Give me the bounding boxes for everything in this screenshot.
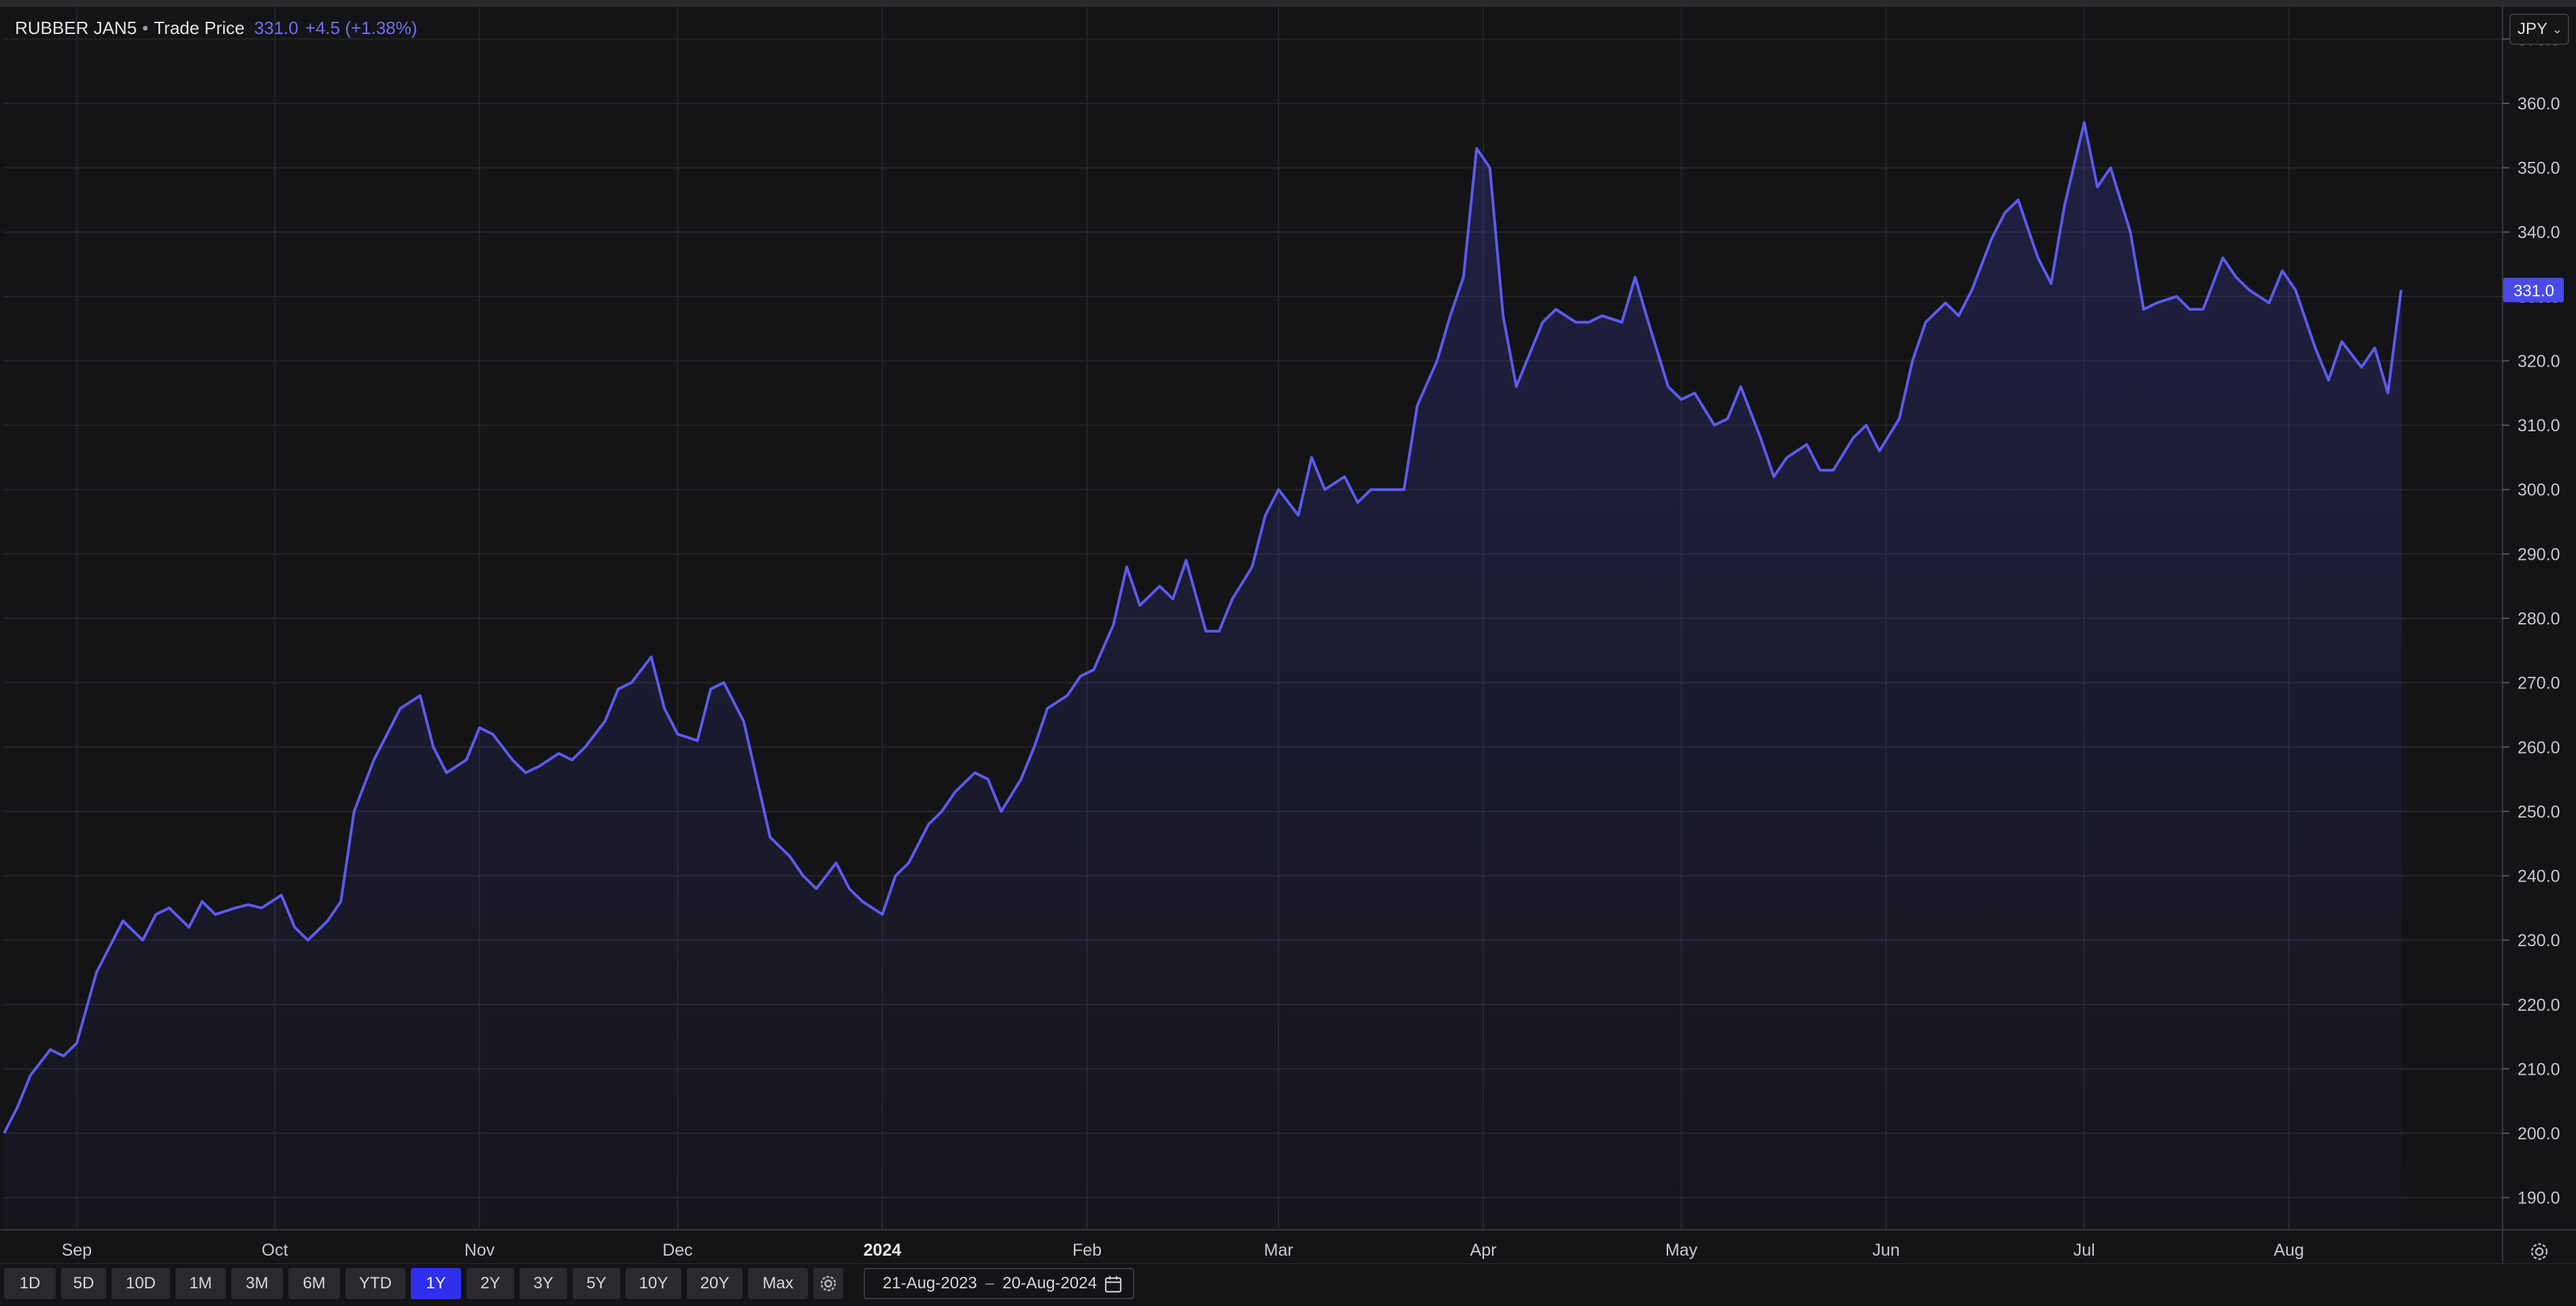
y-tick-label: 220.0 bbox=[2518, 996, 2560, 1015]
x-tick-label: Dec bbox=[662, 1241, 692, 1260]
y-tick-label: 340.0 bbox=[2518, 223, 2560, 242]
range-button-20y[interactable]: 20Y bbox=[687, 1268, 743, 1299]
x-tick-label: Sep bbox=[62, 1241, 92, 1260]
y-tick-label: 280.0 bbox=[2518, 609, 2560, 629]
range-button-5y[interactable]: 5Y bbox=[573, 1268, 620, 1299]
chart-frame: 190.0 200.0 210.0 220.0 230.0 240.0 250.0 260.0… bbox=[0, 0, 2576, 1306]
calendar-icon bbox=[1104, 1276, 1122, 1293]
range-button-5d[interactable]: 5D bbox=[61, 1268, 106, 1299]
currency-label: JPY bbox=[2518, 20, 2548, 38]
chart-legend: RUBBER JAN5 • Trade Price 331.0 +4.5 (+1.38%… bbox=[15, 18, 418, 39]
y-tick-label: 200.0 bbox=[2518, 1124, 2560, 1143]
x-axis-ticks: Sep Oct Nov Dec 2024 Feb Mar Apr May Jun Jul Aug bbox=[62, 1241, 2304, 1260]
x-tick-label: Jul bbox=[2073, 1241, 2095, 1260]
y-tick-label: 300.0 bbox=[2518, 481, 2560, 500]
last-value: 331.0 bbox=[254, 18, 299, 38]
legend-separator: • bbox=[142, 18, 149, 38]
range-button-10y[interactable]: 10Y bbox=[626, 1268, 681, 1299]
y-tick-label: 260.0 bbox=[2518, 738, 2560, 757]
range-button-1y[interactable]: 1Y bbox=[411, 1268, 461, 1299]
x-tick-label: Feb bbox=[1072, 1241, 1102, 1260]
range-button-1d[interactable]: 1D bbox=[4, 1268, 56, 1299]
gear-icon[interactable] bbox=[2526, 1238, 2553, 1265]
y-tick-label: 240.0 bbox=[2518, 867, 2560, 886]
x-tick-label: Apr bbox=[1470, 1241, 1497, 1260]
y-tick-label: 360.0 bbox=[2518, 95, 2560, 114]
x-tick-label: Mar bbox=[1264, 1241, 1293, 1260]
range-button-2y[interactable]: 2Y bbox=[467, 1268, 514, 1299]
date-to: 20-Aug-2024 bbox=[1002, 1274, 1097, 1292]
y-tick-label: 350.0 bbox=[2518, 159, 2560, 178]
y-tick-label: 310.0 bbox=[2518, 416, 2560, 435]
x-tick-label: Nov bbox=[464, 1241, 495, 1260]
range-button-max[interactable]: Max bbox=[748, 1268, 808, 1299]
x-tick-label: Aug bbox=[2274, 1241, 2304, 1260]
last-price-tag-layer: 331.0 bbox=[2503, 278, 2564, 303]
range-button-3m[interactable]: 3M bbox=[231, 1268, 283, 1299]
chevron-down-icon: ⌄ bbox=[2552, 22, 2562, 36]
date-range-picker[interactable]: 21-Aug-2023–20-Aug-2024 bbox=[864, 1268, 1134, 1299]
price-chart[interactable]: 190.0 200.0 210.0 220.0 230.0 240.0 250.0 260.0… bbox=[0, 0, 2576, 1306]
series-label: Trade Price bbox=[154, 18, 245, 38]
price-area-fill bbox=[4, 122, 2401, 1230]
x-tick-label: Oct bbox=[262, 1241, 288, 1260]
area-layer bbox=[4, 122, 2401, 1230]
range-button-10d[interactable]: 10D bbox=[112, 1268, 170, 1299]
y-tick-label: 290.0 bbox=[2518, 545, 2560, 564]
currency-select[interactable]: JPY ⌄ bbox=[2509, 14, 2569, 45]
y-tick-label: 270.0 bbox=[2518, 674, 2560, 693]
gear-icon bbox=[820, 1275, 836, 1292]
x-tick-label: 2024 bbox=[864, 1241, 902, 1260]
range-button-1m[interactable]: 1M bbox=[175, 1268, 226, 1299]
last-price-tag-text: 331.0 bbox=[2513, 282, 2554, 300]
y-tick-label: 230.0 bbox=[2518, 931, 2560, 950]
range-button-ytd[interactable]: YTD bbox=[345, 1268, 405, 1299]
y-tick-label: 210.0 bbox=[2518, 1060, 2560, 1079]
date-separator: – bbox=[985, 1274, 995, 1292]
date-from: 21-Aug-2023 bbox=[883, 1274, 977, 1292]
x-tick-label: May bbox=[1665, 1241, 1698, 1260]
x-tick-label: Jun bbox=[1872, 1241, 1899, 1260]
range-button-6m[interactable]: 6M bbox=[288, 1268, 340, 1299]
y-tick-label: 190.0 bbox=[2518, 1189, 2560, 1208]
y-tick-label: 250.0 bbox=[2518, 803, 2560, 822]
y-axis-ticks: 190.0 200.0 210.0 220.0 230.0 240.0 250.0 260.0… bbox=[2503, 30, 2560, 1208]
chart-settings-button[interactable] bbox=[813, 1268, 843, 1299]
price-change: +4.5 (+1.38%) bbox=[305, 18, 418, 38]
range-button-3y[interactable]: 3Y bbox=[520, 1268, 567, 1299]
y-tick-label: 320.0 bbox=[2518, 352, 2560, 371]
symbol-name: RUBBER JAN5 bbox=[15, 18, 137, 38]
